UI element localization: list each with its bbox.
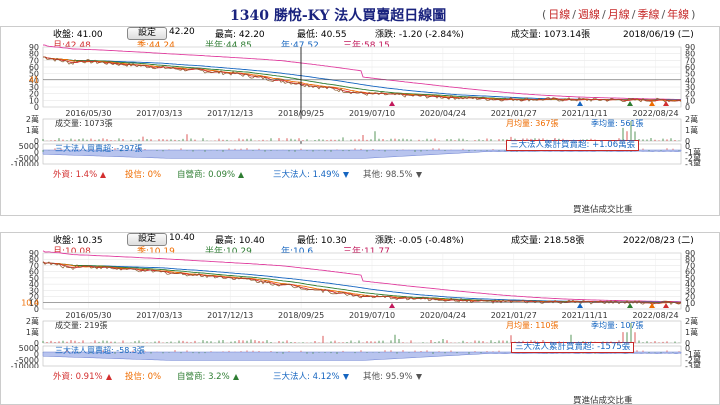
date-tick-label: 2016/05/30 [65,311,111,320]
price-plot-area [42,46,682,108]
volume-plot-area [42,118,682,142]
triangle-down-icon [342,171,349,178]
y-tick-label-right: 0 [685,305,690,314]
settings-button[interactable]: 設定 [127,27,167,40]
tab-monthly[interactable]: 月線 [608,8,630,21]
ratio-dealer-text: 自營商: 3.2% [177,372,230,382]
ratio-others-text: 其他: 98.5% [363,170,413,180]
date-tick-label: 2017/03/13 [136,311,182,320]
date-tick-label: 2017/12/13 [207,109,253,118]
ratio-inst3: 三大法人: 4.12% [273,370,349,382]
month-avg-volume: 月均量: 110張 [506,320,559,330]
ratio-trust-text: 投信: 0% [125,170,162,180]
ratio-others: 其他: 95.9% [363,370,422,382]
date-tick-label: 2017/03/13 [136,109,182,118]
volume-plot-area [42,320,682,344]
inst-cumulative-box: 三大法人累計買賣超: -1575張 [511,342,635,353]
inst-net-label: 三大法人買賣超: -58.3張 [55,345,145,355]
inst-y-label: -10000 [11,160,39,166]
current-price-label: 10.4 [21,299,39,308]
quarter-avg-volume: 季均量: 561張 [591,118,644,128]
date-tick-label: 2021/11/11 [562,311,608,320]
date-tick-label: 2021/11/11 [562,109,608,118]
current-price-label: 41 [29,76,39,85]
inst-cumulative-box: 三大法人累計買賣超: +1.06萬張 [506,140,640,151]
chart-panel-1: 收盤: 41.00 42.20 最高: 42.20 最低: 40.55 漲跌: … [0,26,720,216]
ratio-others: 其他: 98.5% [363,168,422,180]
inst-y-label: -10000 [11,362,39,368]
triangle-up-icon [100,171,107,178]
month-avg-volume: 月均量: 367張 [506,118,559,128]
date-tick-label: 2020/04/24 [420,109,466,118]
buy-ratio-row: 外資: 1.4% 投信: 0% 自營商: 0.09% 三大法人: 1.49% 其他: 9… [1,168,719,180]
timeframe-nav: (日線 / 週線 / 月線 / 季線 / 年線) [542,8,696,21]
y-tick-label: 0 [34,103,39,112]
ratio-dealer: 自營商: 0.09% [177,168,245,180]
tab-quarterly[interactable]: 季線 [637,8,659,21]
tab-weekly[interactable]: 週線 [578,8,600,21]
date-tick-label: 2022/08/24 [633,311,679,320]
ratio-foreign-text: 外資: 0.91% [53,372,103,382]
volume-y-label: 2萬 [26,114,39,124]
settings-button[interactable]: 設定 [127,233,167,246]
date-tick-label: 2019/07/10 [349,311,395,320]
price-plot-area [42,252,682,310]
triangle-up-icon [105,373,112,380]
triangle-down-icon [415,373,422,380]
ratio-foreign-text: 外資: 1.4% [53,170,98,180]
tab-daily[interactable]: 日線 [548,8,570,21]
triangle-up-icon [232,373,239,380]
triangle-down-icon [415,171,422,178]
date-tick-label: 2020/04/24 [420,311,466,320]
ratio-dealer-text: 自營商: 0.09% [177,170,236,180]
ratio-label: 買進佔成交比重 [573,396,633,405]
inst-net-label: 三大法人買賣超: -297張 [55,143,142,153]
date-tick-label: 2018/09/25 [278,311,324,320]
volume-label: 成交量: 1073張 [55,118,113,128]
buy-ratio-row: 外資: 0.91% 投信: 0% 自營商: 3.2% 三大法人: 4.12% 其他: 9… [1,370,719,382]
inst-y-label-right: -3萬 [685,361,701,368]
ratio-foreign: 外資: 1.4% [53,168,107,180]
quarter-avg-volume: 季均量: 107張 [591,320,644,330]
triangle-down-icon [342,373,349,380]
volume-y-label-right: 1萬 [685,125,698,135]
triangle-up-icon [238,171,245,178]
ratio-dealer: 自營商: 3.2% [177,370,239,382]
date-tick-label: 2022/08/24 [633,109,679,118]
volume-y-label: 1萬 [26,327,39,337]
tab-yearly[interactable]: 年線 [667,8,689,21]
page-header: 1340 勝悅-KY 法人買賣超日線圖 (日線 / 週線 / 月線 / 季線 / 年線) [0,0,720,26]
ratio-foreign: 外資: 0.91% [53,370,112,382]
ratio-inst3: 三大法人: 1.49% [273,168,349,180]
ratio-label: 買進佔成交比重 [573,205,633,215]
open-price: 10.40 [169,233,195,243]
date-tick-label: 2016/05/30 [65,109,111,118]
date-tick-label: 2021/01/27 [491,109,537,118]
date-tick-label: 2019/07/10 [349,109,395,118]
quote-info-row: 收盤: 41.00 42.20 最高: 42.20 最低: 40.55 漲跌: … [1,27,719,40]
page-title: 1340 勝悅-KY 法人買賣超日線圖 [230,8,447,24]
ratio-others-text: 其他: 95.9% [363,372,413,382]
chart-panel-2: 收盤: 10.35 10.40 最高: 10.40 最低: 10.30 漲跌: … [0,232,720,405]
volume-y-label-right: 2萬 [685,114,698,124]
ratio-trust: 投信: 0% [125,168,161,180]
volume-y-label: 2萬 [26,316,39,326]
volume-label: 成交量: 219張 [55,320,108,330]
date-tick-label: 2017/12/13 [207,311,253,320]
date-tick-label: 2021/01/27 [491,311,537,320]
volume-y-label: 1萬 [26,125,39,135]
quote-info-row: 收盤: 10.35 10.40 最高: 10.40 最低: 10.30 漲跌: … [1,233,719,246]
ratio-inst3-text: 三大法人: 1.49% [273,170,340,180]
ratio-trust-text: 投信: 0% [125,372,162,382]
ratio-inst3-text: 三大法人: 4.12% [273,372,340,382]
inst-y-label-right: -3萬 [685,159,701,166]
volume-y-label-right: 2萬 [685,316,698,326]
open-price: 42.20 [169,27,195,37]
y-tick-label-right: 0 [685,103,690,112]
volume-y-label-right: 1萬 [685,327,698,337]
ratio-trust: 投信: 0% [125,370,161,382]
